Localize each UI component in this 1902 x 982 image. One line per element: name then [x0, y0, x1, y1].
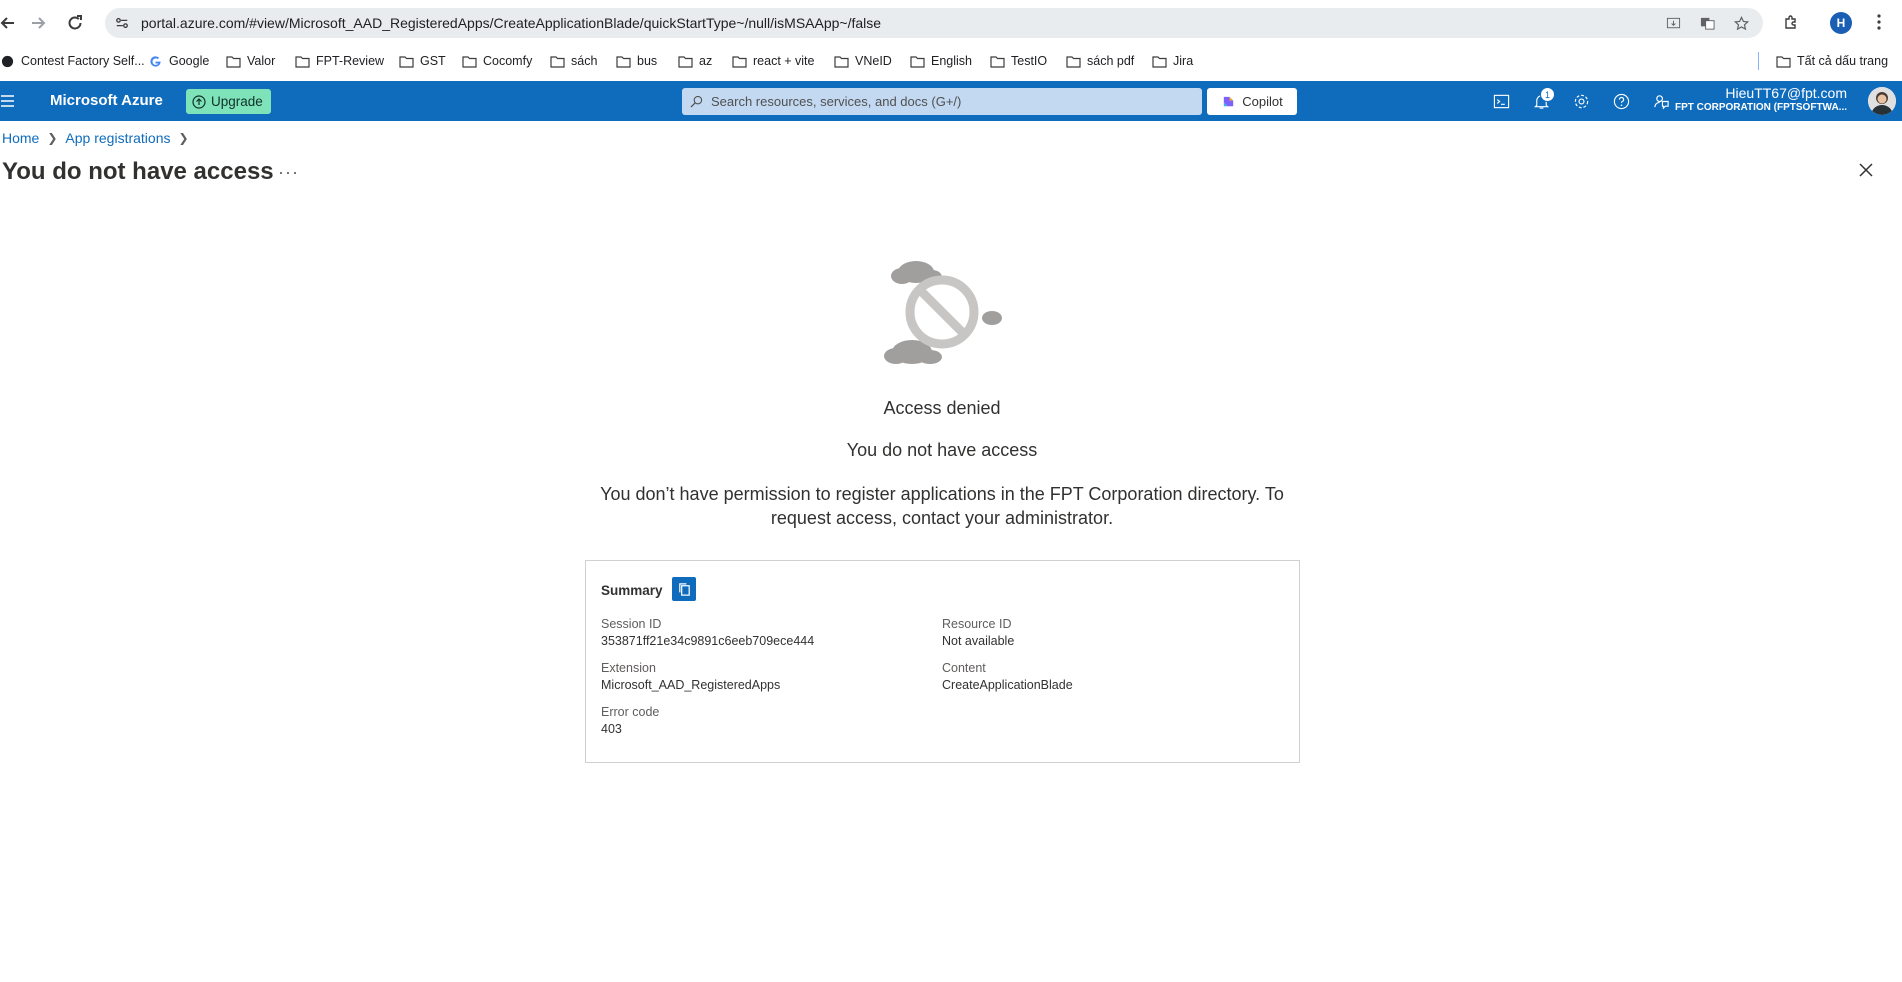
globe-icon	[1, 55, 14, 67]
google-icon	[150, 55, 161, 67]
content-label: Content	[942, 661, 986, 675]
brand-name[interactable]: Microsoft Azure	[50, 92, 163, 109]
bookmark-gst[interactable]: GST	[399, 54, 446, 68]
breadcrumb-app-registrations[interactable]: App registrations	[65, 130, 170, 146]
reload-icon[interactable]	[60, 8, 90, 38]
notification-count-badge: 1	[1540, 87, 1555, 102]
bookmark-react-vite[interactable]: react + vite	[732, 54, 815, 68]
feedback-icon[interactable]	[1651, 91, 1671, 111]
bookmark-english[interactable]: English	[910, 54, 972, 68]
all-bookmarks[interactable]: Tất cả dấu trang	[1776, 54, 1888, 68]
bookmark-vneid[interactable]: VNeID	[834, 54, 892, 68]
bookmark-jira[interactable]: Jira	[1152, 54, 1193, 68]
more-options-button[interactable]: ···	[278, 162, 299, 183]
chevron-right-icon: ❯	[47, 131, 58, 145]
azure-header: Microsoft Azure Upgrade Search resources…	[0, 81, 1902, 121]
bookmark-az[interactable]: az	[678, 54, 712, 68]
extensions-icon[interactable]	[1780, 11, 1802, 33]
resource-id-value: Not available	[942, 634, 1015, 648]
content-field: Content CreateApplicationBlade	[942, 660, 1073, 694]
resource-id-field: Resource ID Not available	[942, 616, 1014, 650]
session-id-value: 353871ff21e34c9891c6eeb709ece444	[601, 634, 815, 648]
folder-icon	[678, 55, 693, 68]
forward-icon[interactable]	[24, 8, 54, 38]
folder-icon	[1152, 55, 1167, 68]
error-description: You don’t have permission to register ap…	[600, 484, 1284, 528]
settings-gear-icon[interactable]	[1571, 91, 1591, 111]
bookmark-testio[interactable]: TestIO	[990, 54, 1047, 68]
global-search-input[interactable]: Search resources, services, and docs (G+…	[682, 88, 1202, 115]
access-denied-illustration	[884, 261, 1002, 364]
page-title: You do not have access	[2, 158, 274, 185]
copilot-button[interactable]: Copilot	[1207, 88, 1297, 115]
folder-icon	[834, 55, 849, 68]
install-app-icon[interactable]	[1663, 13, 1683, 33]
copy-icon	[678, 582, 690, 596]
folder-icon	[616, 55, 631, 68]
upgrade-icon	[192, 94, 206, 109]
hamburger-menu-icon[interactable]	[0, 92, 18, 110]
bookmarks-divider	[1758, 52, 1759, 70]
folder-icon	[990, 55, 1005, 68]
translate-icon[interactable]	[1697, 13, 1717, 33]
profile-avatar[interactable]: H	[1830, 12, 1852, 34]
user-org: FPT CORPORATION (FPTSOFTWA...	[1674, 101, 1847, 113]
url-text[interactable]: portal.azure.com/#view/Microsoft_AAD_Reg…	[141, 15, 881, 31]
folder-icon	[295, 55, 310, 68]
extension-label: Extension	[601, 661, 656, 675]
breadcrumb-home[interactable]: Home	[2, 130, 39, 146]
upgrade-button[interactable]: Upgrade	[186, 89, 271, 114]
close-icon[interactable]	[1856, 160, 1876, 180]
copy-summary-button[interactable]	[672, 577, 696, 601]
bookmarks-bar: Contest Factory Self... Google Valor FPT…	[0, 46, 1902, 78]
extension-field: Extension Microsoft_AAD_RegisteredApps	[601, 660, 780, 694]
user-email: HieuTT67@fpt.com	[1725, 85, 1847, 101]
copilot-icon	[1224, 96, 1234, 107]
content-value: CreateApplicationBlade	[942, 678, 1073, 692]
error-code-value: 403	[601, 722, 622, 736]
folder-icon	[550, 55, 565, 68]
session-id-field: Session ID 353871ff21e34c9891c6eeb709ece…	[601, 616, 814, 650]
summary-panel: Summary Session ID 353871ff21e34c9891c6e…	[585, 560, 1300, 763]
folder-icon	[910, 55, 925, 68]
folder-icon	[462, 55, 477, 68]
back-icon[interactable]	[0, 8, 22, 38]
folder-icon	[732, 55, 747, 68]
help-icon[interactable]	[1611, 91, 1631, 111]
site-info-icon[interactable]	[109, 10, 135, 36]
summary-title: Summary	[601, 583, 663, 598]
folder-icon	[1776, 55, 1791, 68]
folder-icon	[399, 55, 414, 68]
cloud-shell-icon[interactable]	[1491, 91, 1511, 111]
session-id-label: Session ID	[601, 617, 662, 631]
bookmark-star-icon[interactable]	[1731, 13, 1751, 33]
bookmark-fpt-review[interactable]: FPT-Review	[295, 54, 384, 68]
search-icon	[690, 95, 703, 108]
folder-icon	[226, 55, 241, 68]
bookmark-valor[interactable]: Valor	[226, 54, 275, 68]
user-avatar[interactable]	[1868, 87, 1896, 115]
browser-toolbar: portal.azure.com/#view/Microsoft_AAD_Reg…	[0, 0, 1902, 46]
bookmark-sach-pdf[interactable]: sách pdf	[1066, 54, 1134, 68]
chevron-right-icon: ❯	[178, 131, 189, 145]
account-info[interactable]: HieuTT67@fpt.com FPT CORPORATION (FPTSOF…	[1675, 85, 1847, 114]
error-subheading: You do not have access	[846, 440, 1038, 460]
search-placeholder: Search resources, services, and docs (G+…	[711, 94, 962, 109]
bookmark-bus[interactable]: bus	[616, 54, 657, 68]
bookmark-google[interactable]: Google	[148, 54, 209, 68]
error-code-field: Error code 403	[601, 704, 659, 738]
browser-menu-icon[interactable]	[1868, 11, 1890, 33]
bookmark-sach[interactable]: sách	[550, 54, 597, 68]
bookmark-cocomfy[interactable]: Cocomfy	[462, 54, 532, 68]
error-code-label: Error code	[601, 705, 660, 719]
breadcrumb: Home ❯ App registrations ❯	[2, 130, 189, 146]
error-heading: Access denied	[883, 398, 1001, 418]
folder-icon	[1066, 55, 1081, 68]
extension-value: Microsoft_AAD_RegisteredApps	[601, 678, 781, 692]
resource-id-label: Resource ID	[942, 617, 1012, 631]
bookmark-contest-factory[interactable]: Contest Factory Self...	[0, 54, 145, 68]
address-bar[interactable]: portal.azure.com/#view/Microsoft_AAD_Reg…	[105, 8, 1763, 38]
